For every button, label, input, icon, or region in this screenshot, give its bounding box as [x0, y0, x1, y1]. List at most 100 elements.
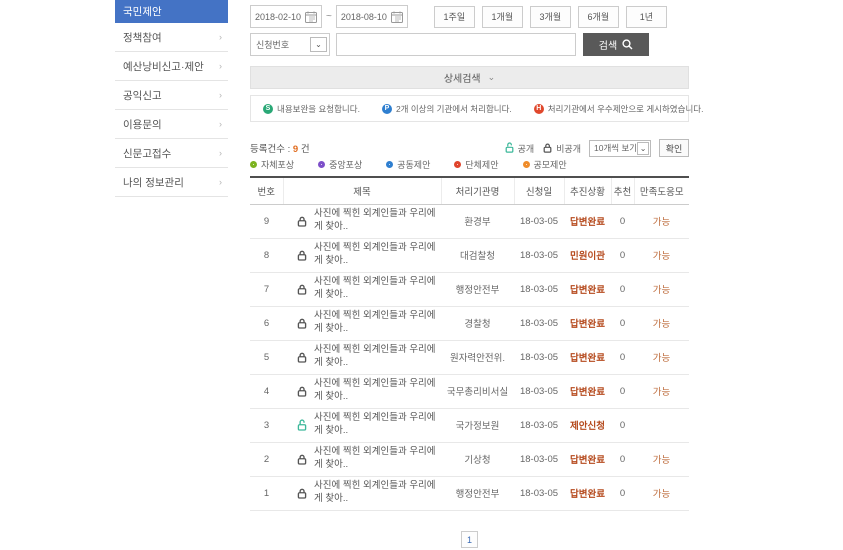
petition-title-link[interactable]: 사진에 찍힌 외계인들과 우리에게 찾아.. — [314, 412, 440, 438]
vote-count: 0 — [611, 476, 634, 510]
petition-title-link[interactable]: 사진에 찍힌 외계인들과 우리에게 찾아.. — [314, 378, 440, 404]
sidebar-item-3[interactable]: 공익신고› — [115, 81, 228, 110]
request-date: 18-03-05 — [514, 408, 564, 442]
row-number: 3 — [250, 408, 283, 442]
agency-name: 국무총리비서실 — [441, 374, 514, 408]
row-number: 2 — [250, 442, 283, 476]
petition-title-link[interactable]: 사진에 찍힌 외계인들과 우리에게 찾아.. — [314, 208, 440, 234]
date-to-input[interactable]: 2018-08-10 — [336, 5, 408, 28]
lock-icon — [296, 453, 308, 466]
status-badge: 답변완료 — [570, 353, 605, 364]
satisfaction-link[interactable]: 가능 — [653, 455, 670, 466]
period-button-4[interactable]: 1년 — [626, 6, 667, 28]
satisfaction-link[interactable]: 가능 — [653, 319, 670, 330]
sidebar-item-1[interactable]: 정책참여› — [115, 23, 228, 52]
notice-legend: S내용보완을 요청합니다.P2개 이상의 기관에서 처리합니다.H처리기관에서 … — [250, 95, 689, 122]
agency-name: 기상청 — [441, 442, 514, 476]
row-number: 5 — [250, 340, 283, 374]
badge-legend: 자체포상중앙포상공동제안단체제안공모제안 — [250, 158, 567, 171]
petition-title-link[interactable]: 사진에 찍힌 외계인들과 우리에게 찾아.. — [314, 310, 440, 336]
status-badge: 제안신청 — [570, 421, 605, 432]
satisfaction-link[interactable]: 가능 — [653, 353, 670, 364]
list-controls: 등록건수 : 9 건 공개 비공개 10개씩 보기 ⌄ 확인 — [250, 139, 689, 157]
request-date: 18-03-05 — [514, 340, 564, 374]
badge-legend-label: 단체제안 — [465, 158, 498, 171]
row-number: 7 — [250, 272, 283, 306]
notice-badge-icon: S — [263, 104, 273, 114]
sidebar-menu: 국민제안›정책참여›예산낭비신고·제안›공익신고›이용문의›신문고접수›나의 정… — [115, 0, 228, 197]
period-button-3[interactable]: 6개월 — [578, 6, 619, 28]
agency-name: 국가정보원 — [441, 408, 514, 442]
petition-title-link[interactable]: 사진에 찍힌 외계인들과 우리에게 찾아.. — [314, 480, 440, 506]
satisfaction-link[interactable]: 가능 — [653, 251, 670, 262]
petition-title-link[interactable]: 사진에 찍힌 외계인들과 우리에게 찾아.. — [314, 446, 440, 472]
sidebar-item-2[interactable]: 예산낭비신고·제안› — [115, 52, 228, 81]
calendar-icon[interactable] — [391, 11, 403, 23]
chevron-right-icon: › — [219, 61, 222, 71]
date-from-input[interactable]: 2018-02-10 — [250, 5, 322, 28]
status-badge: 답변완료 — [570, 319, 605, 330]
title-cell: 사진에 찍힌 외계인들과 우리에게 찾아.. — [283, 476, 441, 510]
agency-name: 원자력안전위. — [441, 340, 514, 374]
search-button[interactable]: 검색 — [583, 33, 649, 56]
chevron-right-icon: › — [219, 32, 222, 42]
request-date: 18-03-05 — [514, 374, 564, 408]
detail-search-label: 상세검색 — [444, 70, 481, 85]
request-date: 18-03-05 — [514, 442, 564, 476]
notice-item-0: S 내용보완을 요청합니다. — [263, 103, 360, 115]
search-keyword-input[interactable] — [336, 33, 576, 56]
period-button-0[interactable]: 1주일 — [434, 6, 475, 28]
title-cell: 사진에 찍힌 외계인들과 우리에게 찾아.. — [283, 408, 441, 442]
table-row: 9사진에 찍힌 외계인들과 우리에게 찾아..환경부18-03-05답변완료0가… — [250, 204, 689, 238]
status-badge: 민원이관 — [570, 251, 605, 262]
table-row: 1사진에 찍힌 외계인들과 우리에게 찾아..행정안전부18-03-05답변완료… — [250, 476, 689, 510]
private-legend: 비공개 — [542, 142, 581, 155]
period-button-1[interactable]: 1개월 — [482, 6, 523, 28]
page-size-select[interactable]: 10개씩 보기 ⌄ — [589, 140, 651, 157]
sidebar-item-4[interactable]: 이용문의› — [115, 110, 228, 139]
sidebar-item-label: 나의 정보관리 — [123, 175, 184, 190]
satisfaction-link[interactable]: 가능 — [653, 285, 670, 296]
request-date: 18-03-05 — [514, 238, 564, 272]
badge-ring-icon — [250, 161, 257, 168]
row-number: 9 — [250, 204, 283, 238]
date-filter-row: 2018-02-10 ~ 2018-08-10 1주일1개월3개월6개월1년 — [250, 5, 689, 28]
search-row: 신청번호 ⌄ 검색 — [250, 33, 689, 56]
petition-title-link[interactable]: 사진에 찍힌 외계인들과 우리에게 찾아.. — [314, 242, 440, 268]
agency-name: 대검찰청 — [441, 238, 514, 272]
lock-icon — [542, 142, 553, 154]
sidebar-item-5[interactable]: 신문고접수› — [115, 139, 228, 168]
pagination: 1 — [250, 531, 689, 548]
confirm-button[interactable]: 확인 — [659, 139, 689, 157]
period-button-2[interactable]: 3개월 — [530, 6, 571, 28]
petition-title-link[interactable]: 사진에 찍힌 외계인들과 우리에게 찾아.. — [314, 344, 440, 370]
notice-text: 내용보완을 요청합니다. — [277, 103, 360, 115]
sidebar-item-label: 신문고접수 — [123, 146, 171, 161]
status-badge: 답변완료 — [570, 217, 605, 228]
notice-text: 2개 이상의 기관에서 처리합니다. — [396, 103, 512, 115]
row-number: 1 — [250, 476, 283, 510]
table-row: 8사진에 찍힌 외계인들과 우리에게 찾아..대검찰청18-03-05민원이관0… — [250, 238, 689, 272]
table-row: 3 사진에 찍힌 외계인들과 우리에게 찾아..국가정보원18-03-05 제안신청… — [250, 408, 689, 442]
calendar-icon[interactable] — [305, 11, 317, 23]
satisfaction-link[interactable]: 가능 — [653, 217, 670, 228]
search-field-select[interactable]: 신청번호 ⌄ — [250, 33, 330, 56]
sidebar-item-6[interactable]: 나의 정보관리 › — [115, 168, 228, 197]
open-legend: 공개 — [504, 142, 535, 155]
satisfaction-link[interactable]: 가능 — [653, 387, 670, 398]
detail-search-toggle[interactable]: 상세검색 ⌄ — [250, 66, 689, 89]
page-button-1[interactable]: 1 — [461, 531, 478, 548]
table-header-row: 번호제목처리기관명신청일추진상황추천만족도응모 — [250, 177, 689, 204]
vote-count: 0 — [611, 272, 634, 306]
badge-legend-label: 공동제안 — [397, 158, 430, 171]
table-row: 2사진에 찍힌 외계인들과 우리에게 찾아..기상청18-03-05답변완료0가… — [250, 442, 689, 476]
chevron-down-icon: ⌄ — [310, 37, 327, 52]
vote-count: 0 — [611, 408, 634, 442]
unlock-icon — [504, 142, 515, 154]
sidebar-item-0[interactable]: 국민제안› — [115, 0, 228, 23]
petition-title-link[interactable]: 사진에 찍힌 외계인들과 우리에게 찾아.. — [314, 276, 440, 302]
chevron-right-icon: › — [219, 177, 222, 187]
satisfaction-link[interactable]: 가능 — [653, 489, 670, 500]
row-number: 6 — [250, 306, 283, 340]
column-header: 번호 — [250, 177, 283, 204]
